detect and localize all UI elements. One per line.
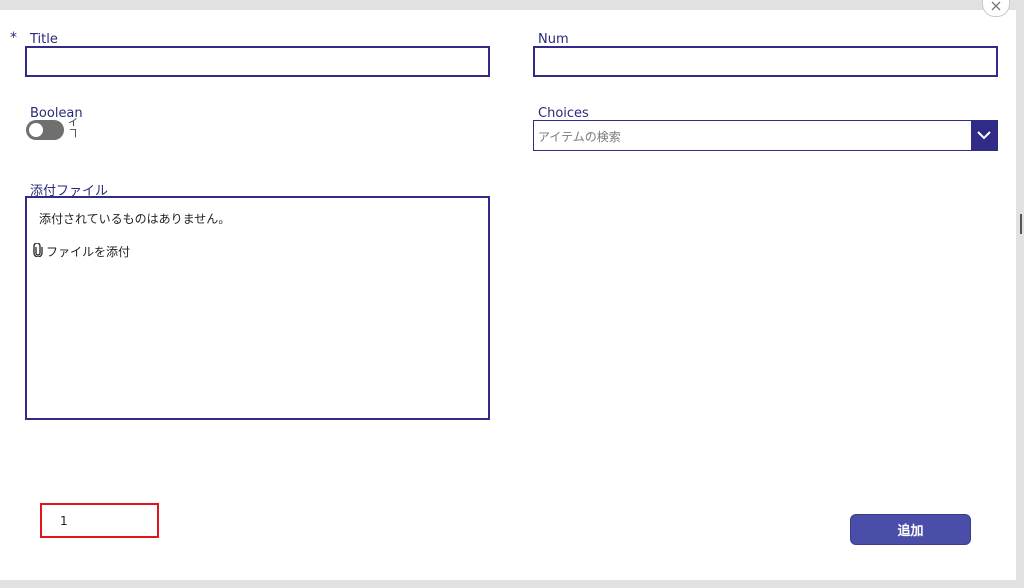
counter-value: 1 — [60, 514, 68, 528]
paperclip-icon — [33, 242, 43, 260]
chevron-down-icon[interactable] — [971, 121, 997, 150]
num-input[interactable] — [533, 46, 998, 77]
required-mark: * — [10, 30, 17, 46]
attachments-box: 添付されているものはありません。 ファイルを添付 — [25, 196, 490, 420]
toggle-state-text: イ ヿ — [68, 118, 78, 140]
counter-field: 1 — [40, 503, 159, 538]
boolean-toggle[interactable] — [26, 120, 64, 140]
title-input[interactable] — [25, 46, 490, 77]
form-panel: * Title Num Boolean イ ヿ Choices アイテムの検索 … — [0, 10, 1016, 580]
attach-file-button[interactable]: ファイルを添付 — [33, 242, 131, 260]
add-button[interactable]: 追加 — [850, 514, 971, 545]
attachments-empty-text: 添付されているものはありません。 — [39, 212, 231, 226]
scrollbar-indicator — [1020, 214, 1022, 234]
attach-file-label: ファイルを添付 — [46, 245, 131, 259]
close-icon — [991, 1, 1001, 11]
num-label: Num — [538, 32, 569, 47]
choices-placeholder: アイテムの検索 — [538, 130, 621, 144]
choices-label: Choices — [538, 106, 589, 121]
title-label: Title — [30, 32, 58, 47]
toggle-knob — [29, 123, 43, 137]
choices-combobox[interactable]: アイテムの検索 — [533, 120, 998, 151]
